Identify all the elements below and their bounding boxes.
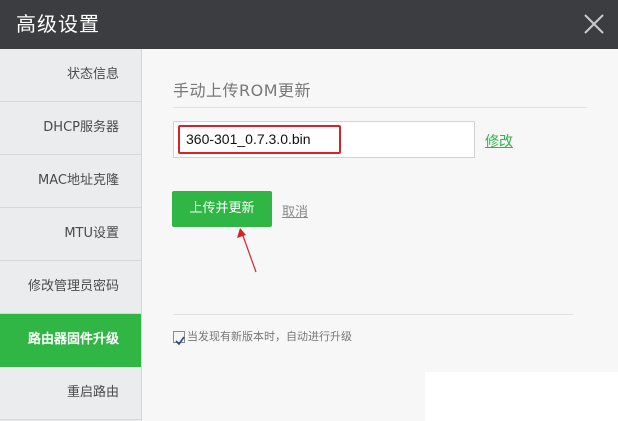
sidebar-item-reboot[interactable]: 重启路由: [0, 367, 141, 420]
auto-update-checkbox[interactable]: [173, 331, 185, 346]
sidebar-item-dhcp[interactable]: DHCP服务器: [0, 102, 141, 155]
sidebar-item-mtu[interactable]: MTU设置: [0, 208, 141, 261]
advanced-settings-dialog: 高级设置 状态信息 DHCP服务器 MAC地址克隆 MTU设置 修改管理员密码 …: [0, 0, 618, 421]
annotation-arrow-icon: [237, 228, 257, 273]
cancel-link[interactable]: 取消: [282, 201, 308, 220]
rom-file-name: 360-301_0.7.3.0.bin: [178, 125, 341, 154]
modify-link[interactable]: 修改: [485, 131, 513, 151]
upload-and-update-button[interactable]: 上传并更新: [172, 191, 272, 227]
checkmark-icon: [175, 336, 185, 346]
sidebar: 状态信息 DHCP服务器 MAC地址克隆 MTU设置 修改管理员密码 路由器固件…: [0, 49, 142, 421]
main-content: 手动上传ROM更新 360-301_0.7.3.0.bin 修改 上传并更新 取…: [142, 49, 618, 421]
auto-update-label: 当发现有新版本时，自动进行升级: [187, 330, 352, 343]
dialog-title: 高级设置: [16, 12, 100, 36]
close-icon[interactable]: [582, 12, 606, 36]
title-bar: 高级设置: [0, 0, 618, 49]
section-title: 手动上传ROM更新: [173, 81, 312, 100]
sidebar-item-status[interactable]: 状态信息: [0, 49, 141, 102]
rom-file-field[interactable]: 360-301_0.7.3.0.bin: [173, 121, 475, 158]
background-patch: [425, 372, 618, 421]
divider: [173, 314, 573, 315]
sidebar-item-mac-clone[interactable]: MAC地址克隆: [0, 155, 141, 208]
sidebar-item-admin-password[interactable]: 修改管理员密码: [0, 261, 141, 314]
divider: [173, 107, 587, 108]
sidebar-item-firmware-upgrade[interactable]: 路由器固件升级: [0, 314, 141, 367]
